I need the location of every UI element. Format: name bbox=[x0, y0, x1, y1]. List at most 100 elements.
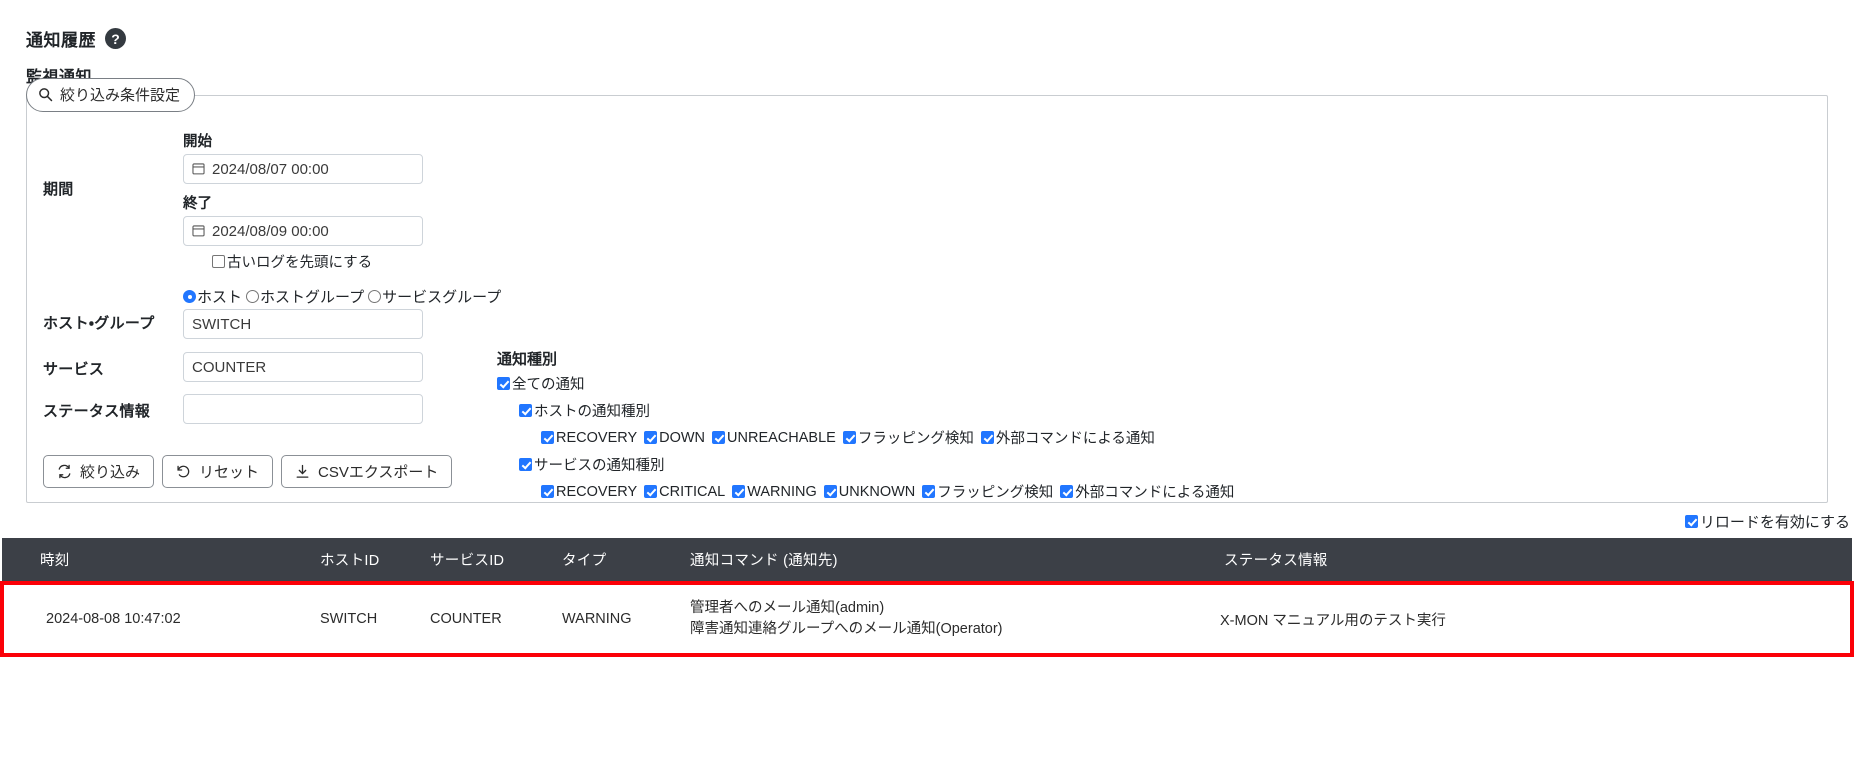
service-value: COUNTER bbox=[192, 359, 266, 376]
notif-host-row[interactable]: ホストの通知種別 bbox=[519, 400, 1241, 421]
notif-host-recovery-label: RECOVERY bbox=[556, 430, 637, 446]
notif-service-flapping-checkbox[interactable] bbox=[922, 485, 935, 498]
notif-service-critical-label: CRITICAL bbox=[659, 484, 725, 500]
notif-service-external[interactable]: 外部コマンドによる通知 bbox=[1060, 481, 1234, 502]
notif-service-warning-checkbox[interactable] bbox=[732, 485, 745, 498]
col-status-info: ステータス情報 bbox=[1210, 538, 1852, 583]
notif-host-flapping-checkbox[interactable] bbox=[843, 431, 856, 444]
reset-filter-label: リセット bbox=[199, 461, 259, 482]
table-header: 時刻 ホストID サービスID タイプ 通知コマンド (通知先) ステータス情報 bbox=[2, 538, 1852, 583]
notif-service-recovery-checkbox[interactable] bbox=[541, 485, 554, 498]
notif-service-items-row[interactable]: RECOVERY CRITICAL WARNING UNKNOWN フラッピング… bbox=[541, 481, 1241, 502]
calendar-icon bbox=[192, 162, 205, 177]
notif-host-down-label: DOWN bbox=[659, 430, 705, 446]
notif-service-external-checkbox[interactable] bbox=[1060, 485, 1073, 498]
notif-host-external-label: 外部コマンドによる通知 bbox=[996, 427, 1155, 448]
start-datetime-value: 2024/08/07 00:00 bbox=[212, 161, 329, 178]
notif-service-recovery-label: RECOVERY bbox=[556, 484, 637, 500]
csv-export-label: CSVエクスポート bbox=[318, 461, 438, 482]
status-info-input[interactable] bbox=[183, 394, 423, 424]
label-period: 期間 bbox=[43, 130, 177, 199]
reload-label: リロードを有効にする bbox=[1700, 511, 1850, 532]
col-type: タイプ bbox=[562, 538, 690, 583]
radio-hostgroup-label: ホストグループ bbox=[260, 286, 364, 307]
notif-all-checkbox[interactable] bbox=[497, 377, 510, 390]
notif-service-label: サービスの通知種別 bbox=[534, 454, 665, 475]
reload-toggle-row[interactable]: リロードを有効にする bbox=[0, 503, 1854, 538]
calendar-icon bbox=[192, 224, 205, 239]
notif-host-unreachable[interactable]: UNREACHABLE bbox=[712, 430, 836, 446]
label-service: サービス bbox=[43, 352, 177, 379]
notif-service-row[interactable]: サービスの通知種別 bbox=[519, 454, 1241, 475]
radio-option-servicegroup[interactable]: サービスグループ bbox=[368, 286, 501, 307]
filter-body: 期間 開始 2024/08/07 00:00 終了 bbox=[26, 95, 1828, 503]
notif-service-flapping-label: フラッピング検知 bbox=[937, 481, 1053, 502]
notification-types-block: 通知種別 全ての通知 ホストの通知種別 RECOVERY bbox=[497, 348, 1241, 508]
oldest-first-label: 古いログを先頭にする bbox=[227, 251, 372, 272]
reload-checkbox[interactable] bbox=[1685, 515, 1698, 528]
notif-service-unknown-checkbox[interactable] bbox=[824, 485, 837, 498]
cell-time: 2024-08-08 10:47:02 bbox=[2, 583, 320, 655]
radio-servicegroup[interactable] bbox=[368, 290, 381, 303]
page-title: 通知履歴 bbox=[26, 26, 96, 51]
cell-type: WARNING bbox=[562, 583, 690, 655]
cell-status-info: X-MON マニュアル用のテスト実行 bbox=[1210, 583, 1852, 655]
notif-service-item[interactable]: サービスの通知種別 bbox=[519, 454, 665, 475]
notif-service-critical[interactable]: CRITICAL bbox=[644, 484, 725, 500]
notif-all-item[interactable]: 全ての通知 bbox=[497, 373, 585, 394]
notif-service-critical-checkbox[interactable] bbox=[644, 485, 657, 498]
notif-host-down-checkbox[interactable] bbox=[644, 431, 657, 444]
end-datetime-input[interactable]: 2024/08/09 00:00 bbox=[183, 216, 423, 246]
table-body: 2024-08-08 10:47:02 SWITCH COUNTER WARNI… bbox=[2, 583, 1852, 655]
download-icon bbox=[295, 464, 310, 479]
section-title: 監視通知 bbox=[0, 51, 1854, 87]
command-line-1: 管理者へのメール通知(admin) bbox=[690, 598, 1210, 619]
notif-host-unreachable-checkbox[interactable] bbox=[712, 431, 725, 444]
col-host-id: ホストID bbox=[320, 538, 430, 583]
oldest-first-checkbox-row[interactable]: 古いログを先頭にする bbox=[212, 251, 1811, 272]
radio-option-hostgroup[interactable]: ホストグループ bbox=[246, 286, 364, 307]
notif-service-checkbox[interactable] bbox=[519, 458, 532, 471]
start-datetime-input[interactable]: 2024/08/07 00:00 bbox=[183, 154, 423, 184]
host-group-radio-set[interactable]: ホスト ホストグループ サービスグループ bbox=[183, 286, 1811, 309]
notif-host-checkbox[interactable] bbox=[519, 404, 532, 417]
apply-filter-label: 絞り込み bbox=[80, 461, 140, 482]
radio-option-host[interactable]: ホスト bbox=[183, 286, 242, 307]
radio-hostgroup[interactable] bbox=[246, 290, 259, 303]
notif-host-item[interactable]: ホストの通知種別 bbox=[519, 400, 650, 421]
host-group-input[interactable]: SWITCH bbox=[183, 309, 423, 339]
notif-host-recovery-checkbox[interactable] bbox=[541, 431, 554, 444]
table-row[interactable]: 2024-08-08 10:47:02 SWITCH COUNTER WARNI… bbox=[2, 583, 1852, 655]
notif-service-warning[interactable]: WARNING bbox=[732, 484, 817, 500]
field-row-host-group: ホスト・グループ ホスト ホストグループ サービスグルー bbox=[43, 286, 1811, 339]
notif-host-recovery[interactable]: RECOVERY bbox=[541, 430, 637, 446]
csv-export-button[interactable]: CSVエクスポート bbox=[281, 455, 452, 488]
radio-host[interactable] bbox=[183, 290, 196, 303]
notif-service-external-label: 外部コマンドによる通知 bbox=[1075, 481, 1234, 502]
notif-all-row[interactable]: 全ての通知 bbox=[497, 373, 1241, 394]
filter-panel: 絞り込み条件設定 期間 開始 2024/08/07 00:00 bbox=[26, 95, 1828, 503]
notif-host-unreachable-label: UNREACHABLE bbox=[727, 430, 836, 446]
notif-host-label: ホストの通知種別 bbox=[534, 400, 650, 421]
table-header-row: 時刻 ホストID サービスID タイプ 通知コマンド (通知先) ステータス情報 bbox=[2, 538, 1852, 583]
apply-filter-button[interactable]: 絞り込み bbox=[43, 455, 154, 488]
service-input[interactable]: COUNTER bbox=[183, 352, 423, 382]
help-icon[interactable]: ? bbox=[105, 28, 126, 49]
notif-service-recovery[interactable]: RECOVERY bbox=[541, 484, 637, 500]
filter-legend-button[interactable]: 絞り込み条件設定 bbox=[26, 78, 195, 112]
col-time: 時刻 bbox=[2, 538, 320, 583]
notif-host-external-checkbox[interactable] bbox=[981, 431, 994, 444]
oldest-first-checkbox[interactable] bbox=[212, 255, 225, 268]
undo-icon bbox=[176, 464, 191, 479]
label-status-info: ステータス情報 bbox=[43, 394, 177, 421]
notif-host-items-row[interactable]: RECOVERY DOWN UNREACHABLE フラッピング検知 外部コマン… bbox=[541, 427, 1241, 448]
filter-action-buttons: 絞り込み リセット C bbox=[43, 455, 452, 488]
notif-host-external[interactable]: 外部コマンドによる通知 bbox=[981, 427, 1155, 448]
notif-host-flapping[interactable]: フラッピング検知 bbox=[843, 427, 974, 448]
col-service-id: サービスID bbox=[430, 538, 562, 583]
filter-legend-label: 絞り込み条件設定 bbox=[60, 84, 180, 105]
reset-filter-button[interactable]: リセット bbox=[162, 455, 273, 488]
notif-service-unknown[interactable]: UNKNOWN bbox=[824, 484, 916, 500]
notif-host-down[interactable]: DOWN bbox=[644, 430, 705, 446]
notif-service-flapping[interactable]: フラッピング検知 bbox=[922, 481, 1053, 502]
